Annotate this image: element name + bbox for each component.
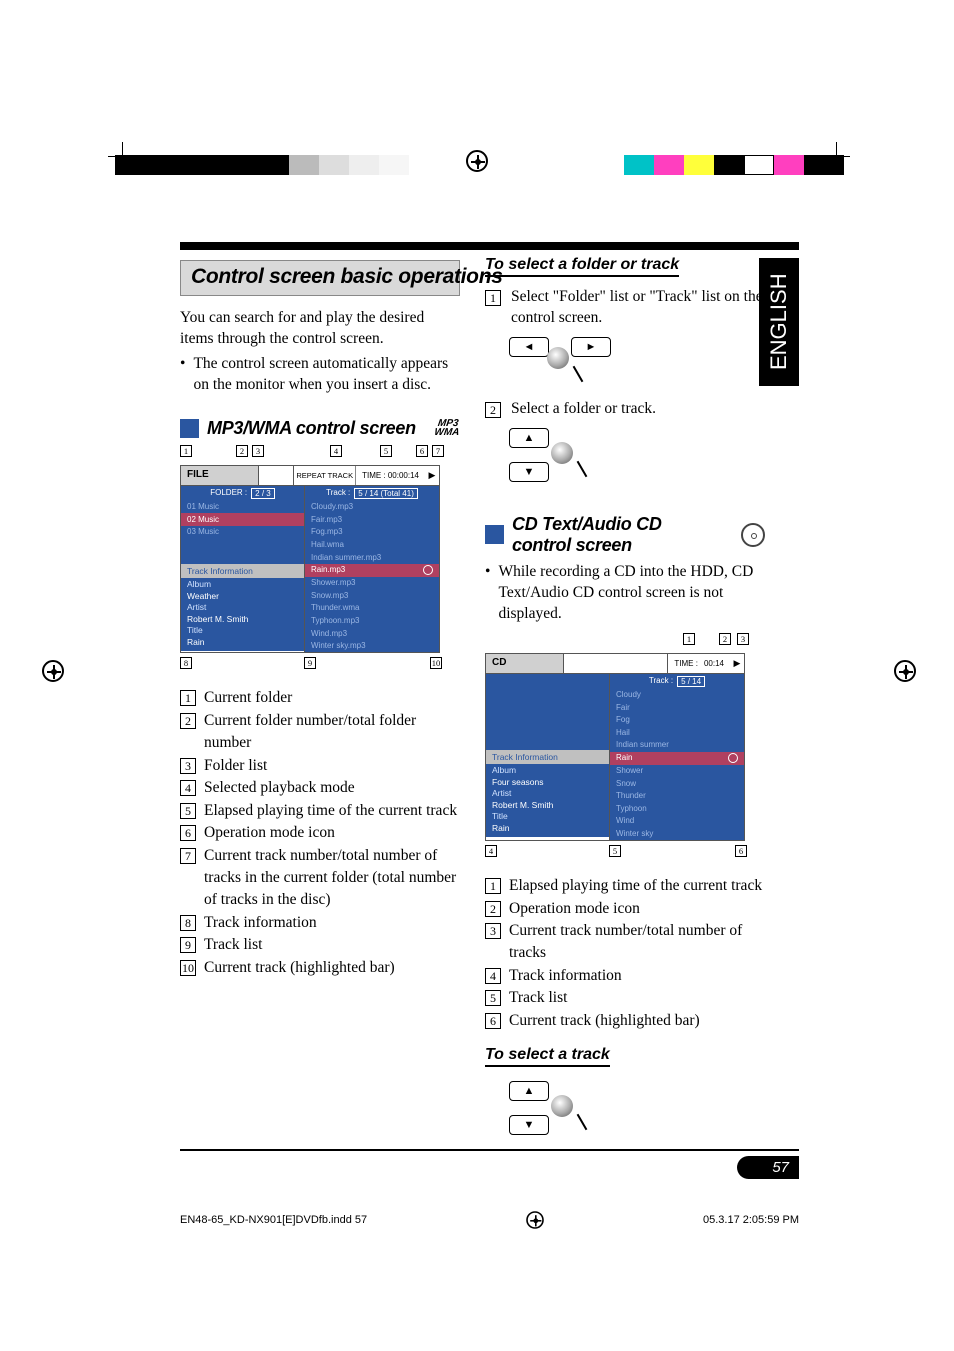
heading-select-track: To select a track: [485, 1046, 610, 1067]
up-arrow-button[interactable]: ▲: [509, 1081, 549, 1101]
bullet-icon: •: [485, 562, 490, 625]
diag-time-value: 00:14: [704, 654, 730, 673]
folder-label: FOLDER :: [210, 488, 247, 499]
step-number: 2: [485, 402, 501, 418]
track-list: Cloudy Fair Fog Hail Indian summer Rain …: [610, 689, 744, 841]
cd-diagram-callout-row-top: 1 2 3: [485, 633, 765, 651]
diag-time-label: TIME :: [668, 654, 704, 673]
language-tab: ENGLISH: [759, 258, 799, 386]
heading-select-folder-track: To select a folder or track: [485, 256, 679, 277]
registration-mark-icon: [42, 660, 64, 682]
folder-list-empty: [486, 687, 609, 750]
cd-icon: [741, 523, 765, 547]
diag-repeat-label: REPEAT TRACK: [294, 466, 356, 485]
registration-mark-icon: [526, 1211, 544, 1229]
play-icon: ▶: [425, 466, 439, 485]
diag-time: TIME : 00:00:14: [356, 466, 425, 485]
legend-list-cd: 1Elapsed playing time of the current tra…: [485, 875, 765, 1032]
mp3-control-screen-diagram: FILE REPEAT TRACK TIME : 00:00:14 ▶ FOLD…: [180, 465, 440, 654]
press-cursor-icon: [551, 442, 573, 464]
down-arrow-button[interactable]: ▼: [509, 1115, 549, 1135]
registration-mark-icon: [466, 150, 488, 177]
cd-control-screen-diagram: CD TIME : 00:14 ▶ Track Information Albu…: [485, 653, 745, 842]
left-color-bars: [115, 155, 409, 175]
section-heading-mp3: MP3/WMA control screen: [207, 418, 416, 439]
folder-list: 01 Music 02 Music 03 Music: [181, 501, 304, 564]
bottom-rule: [180, 1149, 799, 1151]
play-icon: ▶: [730, 654, 744, 673]
up-down-buttons: ▲ ▼: [509, 1081, 765, 1141]
diagram-callout-row-bottom: 8 9 10: [180, 657, 460, 675]
page-title: Control screen basic operations: [180, 260, 460, 296]
track-count: 5 / 14 (Total 41): [354, 488, 418, 499]
step-number: 1: [485, 290, 501, 306]
footer-right: 05.3.17 2:05:59 PM: [703, 1214, 799, 1226]
page-number: 57: [737, 1156, 799, 1179]
cd-note: • While recording a CD into the HDD, CD …: [485, 562, 765, 625]
track-label: Track :: [649, 676, 673, 687]
press-cursor-icon: [547, 347, 569, 369]
diag-cd-label: CD: [486, 654, 564, 673]
right-color-bars: [624, 155, 844, 175]
top-rule: [180, 242, 799, 250]
section-marker-icon: [180, 419, 199, 438]
bullet-icon: •: [180, 354, 185, 396]
track-info: AlbumWeather ArtistRobert M. Smith Title…: [181, 578, 304, 651]
folder-count: 2 / 3: [251, 488, 275, 499]
step1-text: Select "Folder" list or "Track" list on …: [511, 287, 765, 329]
registration-mark-icon: [894, 660, 916, 682]
section-heading-cd: CD Text/Audio CD control screen: [512, 514, 712, 556]
intro-bullet-text: The control screen automatically appears…: [193, 354, 460, 396]
intro-bullet: • The control screen automatically appea…: [180, 354, 460, 396]
legend-list-mp3: 1Current folder 2Current folder number/t…: [180, 687, 460, 979]
track-info-head: Track Information: [181, 564, 304, 578]
diag-file-label: FILE: [181, 466, 259, 485]
step2-text: Select a folder or track.: [511, 399, 656, 420]
crop-mark-icon: [822, 142, 850, 170]
footer-left: EN48-65_KD-NX901[E]DVDfb.indd 57: [180, 1214, 367, 1226]
mp3-wma-icon: MP3WMA: [434, 419, 462, 437]
print-footer: EN48-65_KD-NX901[E]DVDfb.indd 57 05.3.17…: [180, 1209, 799, 1231]
right-arrow-button[interactable]: ►: [571, 337, 611, 357]
track-count: 5 / 14: [677, 676, 705, 687]
track-label: Track :: [326, 488, 350, 499]
section-marker-icon: [485, 525, 504, 544]
left-arrow-button[interactable]: ◄: [509, 337, 549, 357]
cd-note-text: While recording a CD into the HDD, CD Te…: [498, 562, 765, 625]
print-registration-strip: [0, 155, 954, 195]
press-cursor-icon: [551, 1095, 573, 1117]
track-list: Cloudy.mp3 Fair.mp3 Fog.mp3 Hail.wma Ind…: [305, 501, 439, 653]
track-info: AlbumFour seasons ArtistRobert M. Smith …: [486, 764, 609, 837]
down-arrow-button[interactable]: ▼: [509, 462, 549, 482]
up-down-buttons: ▲ ▼: [509, 428, 765, 488]
cd-diagram-callout-row-bottom: 4 5 6: [485, 845, 765, 863]
track-info-head: Track Information: [486, 750, 609, 764]
up-arrow-button[interactable]: ▲: [509, 428, 549, 448]
diagram-callout-row-top: 1 2 3 4 5 6 7: [180, 445, 460, 463]
intro-text: You can search for and play the desired …: [180, 308, 460, 350]
crop-mark-icon: [108, 142, 136, 170]
left-right-buttons: ◄ ►: [509, 337, 765, 381]
